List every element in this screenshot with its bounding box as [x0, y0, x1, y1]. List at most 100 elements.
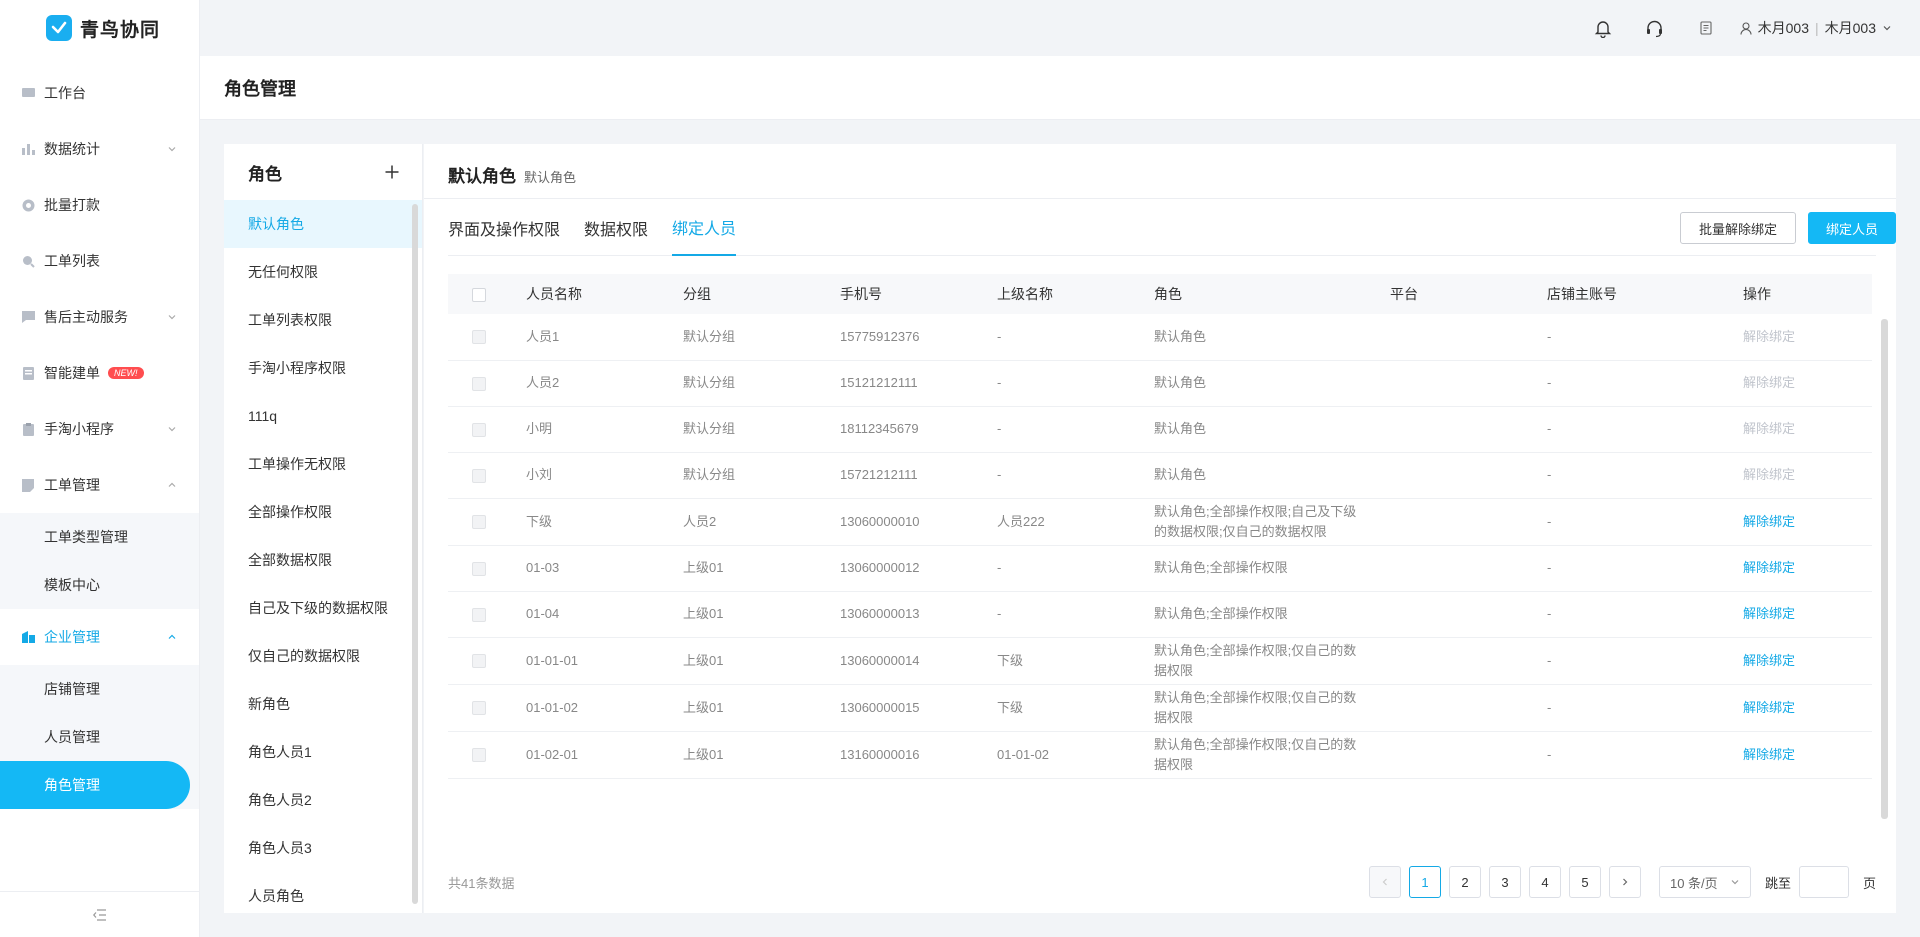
bell-icon[interactable] — [1592, 17, 1614, 39]
tab-bound-staff[interactable]: 绑定人员 — [672, 199, 737, 256]
row-checkbox[interactable] — [472, 330, 486, 345]
sidebar-item-template-center[interactable]: 模板中心 — [0, 561, 199, 609]
unbind-link[interactable]: 解除绑定 — [1743, 560, 1795, 575]
sidebar-item-staff-mgmt[interactable]: 人员管理 — [0, 713, 199, 761]
chevron-right-icon — [1623, 878, 1628, 886]
unbind-link[interactable]: 解除绑定 — [1743, 606, 1795, 621]
unbind-link[interactable]: 解除绑定 — [1743, 514, 1795, 529]
sidebar-item-batch-pay[interactable]: 批量打款 — [0, 177, 199, 233]
next-page-button[interactable] — [1608, 866, 1641, 898]
building-icon — [20, 629, 36, 645]
role-list-item[interactable]: 角色人员1 — [224, 728, 422, 776]
role-list-item[interactable]: 角色人员3 — [224, 824, 422, 872]
staff-superior-cell: 下级 — [997, 637, 1154, 685]
row-checkbox[interactable] — [472, 515, 486, 530]
sidebar-item-label: 企业管理 — [44, 629, 100, 645]
staff-phone-cell: 15775912376 — [840, 314, 997, 361]
ticket-icon — [20, 477, 36, 493]
role-list-item[interactable]: 人员角色 — [224, 872, 422, 913]
role-list-item[interactable]: 工单操作无权限 — [224, 440, 422, 488]
tab-ui-permissions[interactable]: 界面及操作权限 — [448, 199, 560, 256]
row-checkbox[interactable] — [472, 654, 486, 669]
logo[interactable]: 青鸟协同 — [0, 0, 199, 56]
unbind-link[interactable]: 解除绑定 — [1743, 700, 1795, 715]
jump-page-input[interactable] — [1798, 866, 1849, 898]
sidebar-item-workbench[interactable]: 工作台 — [0, 65, 199, 121]
page-button[interactable]: 2 — [1448, 866, 1481, 898]
role-list-item[interactable]: 111q — [224, 392, 422, 440]
staff-main-account-cell: - — [1547, 684, 1743, 732]
staff-name-cell: 下级 — [526, 498, 683, 546]
role-list-item[interactable]: 工单列表权限 — [224, 296, 422, 344]
staff-role-cell: 默认角色;全部操作权限;仅自己的数据权限 — [1154, 736, 1357, 772]
page-button[interactable]: 4 — [1528, 866, 1561, 898]
staff-table: 人员名称 分组 手机号 上级名称 角色 平台 店铺主账号 操作 人员1 默认分组 1… — [448, 274, 1872, 852]
bind-staff-button[interactable]: 绑定人员 — [1808, 212, 1896, 244]
staff-group-cell: 上级01 — [683, 684, 840, 732]
sidebar-item-shop-mgmt[interactable]: 店铺管理 — [0, 665, 199, 713]
staff-group-cell: 上级01 — [683, 637, 840, 685]
role-list-item[interactable]: 无任何权限 — [224, 248, 422, 296]
sidebar-item-label: 手淘小程序 — [44, 421, 114, 437]
page-button[interactable]: 1 — [1408, 866, 1441, 898]
unbind-link[interactable]: 解除绑定 — [1743, 747, 1795, 762]
doc-icon — [20, 365, 36, 381]
row-checkbox[interactable] — [472, 468, 486, 483]
table-row: 人员1 默认分组 15775912376- 默认角色 - 解除绑定 — [448, 314, 1872, 361]
account-name: 木月003 — [1824, 20, 1876, 36]
sidebar-item-ticket-type[interactable]: 工单类型管理 — [0, 513, 199, 561]
role-list-item[interactable]: 角色人员2 — [224, 776, 422, 824]
select-all-checkbox[interactable] — [472, 288, 486, 303]
col-header-platform: 平台 — [1390, 274, 1547, 314]
user-menu[interactable]: 木月003 | 木月003 — [1740, 18, 1892, 38]
unbind-link[interactable]: 解除绑定 — [1743, 653, 1795, 668]
unbind-link: 解除绑定 — [1743, 375, 1796, 390]
sidebar-item-stats[interactable]: 数据统计 — [0, 121, 199, 177]
staff-main-account-cell: - — [1547, 452, 1743, 499]
logo-icon — [46, 15, 72, 41]
staff-platform-cell — [1390, 452, 1547, 499]
role-list-scrollbar[interactable] — [412, 204, 418, 904]
sidebar-item-mini-program[interactable]: 手淘小程序 — [0, 401, 199, 457]
role-list-item[interactable]: 全部数据权限 — [224, 536, 422, 584]
role-list-item[interactable]: 全部操作权限 — [224, 488, 422, 536]
sidebar-item-ticket-list[interactable]: 工单列表 — [0, 233, 199, 289]
add-role-button[interactable] — [384, 164, 400, 180]
sidebar-item-enterprise[interactable]: 企业管理 — [0, 609, 199, 665]
staff-group-cell: 上级01 — [683, 731, 840, 779]
page-size-select[interactable]: 10 条/页 — [1658, 866, 1751, 898]
row-checkbox[interactable] — [472, 701, 486, 716]
staff-main-account-cell: - — [1547, 731, 1743, 779]
chevron-down-icon — [168, 427, 176, 432]
col-header-name: 人员名称 — [526, 274, 683, 314]
page-button[interactable]: 3 — [1488, 866, 1521, 898]
new-badge: NEW! — [108, 367, 144, 379]
row-checkbox[interactable] — [472, 376, 486, 391]
row-checkbox[interactable] — [472, 422, 486, 437]
sidebar-item-after-sales[interactable]: 售后主动服务 — [0, 289, 199, 345]
document-icon[interactable] — [1696, 17, 1718, 39]
role-list-item[interactable]: 新角色 — [224, 680, 422, 728]
sidebar-item-ticket-mgmt[interactable]: 工单管理 — [0, 457, 199, 513]
row-checkbox[interactable] — [472, 607, 486, 622]
staff-platform-cell — [1390, 498, 1547, 546]
table-scrollbar[interactable] — [1881, 319, 1888, 819]
prev-page-button[interactable] — [1368, 866, 1401, 898]
staff-name-cell: 01-03 — [526, 545, 683, 592]
role-list-item[interactable]: 默认角色 — [224, 200, 422, 248]
sidebar-item-role-mgmt[interactable]: 角色管理 — [0, 761, 190, 809]
batch-unbind-button[interactable]: 批量解除绑定 — [1680, 212, 1796, 244]
sidebar-collapse-button[interactable] — [0, 891, 199, 937]
role-list-item[interactable]: 手淘小程序权限 — [224, 344, 422, 392]
row-checkbox[interactable] — [472, 561, 486, 576]
role-list-item[interactable]: 自己及下级的数据权限 — [224, 584, 422, 632]
row-checkbox[interactable] — [472, 748, 486, 763]
page-button[interactable]: 5 — [1568, 866, 1601, 898]
staff-platform-cell — [1390, 591, 1547, 638]
tab-data-permissions[interactable]: 数据权限 — [584, 199, 648, 256]
staff-group-cell: 默认分组 — [683, 452, 840, 499]
sidebar-item-smart-ticket[interactable]: 智能建单 NEW! — [0, 345, 199, 401]
headset-icon[interactable] — [1644, 17, 1666, 39]
chevron-up-icon — [168, 634, 176, 639]
role-list-item[interactable]: 仅自己的数据权限 — [224, 632, 422, 680]
